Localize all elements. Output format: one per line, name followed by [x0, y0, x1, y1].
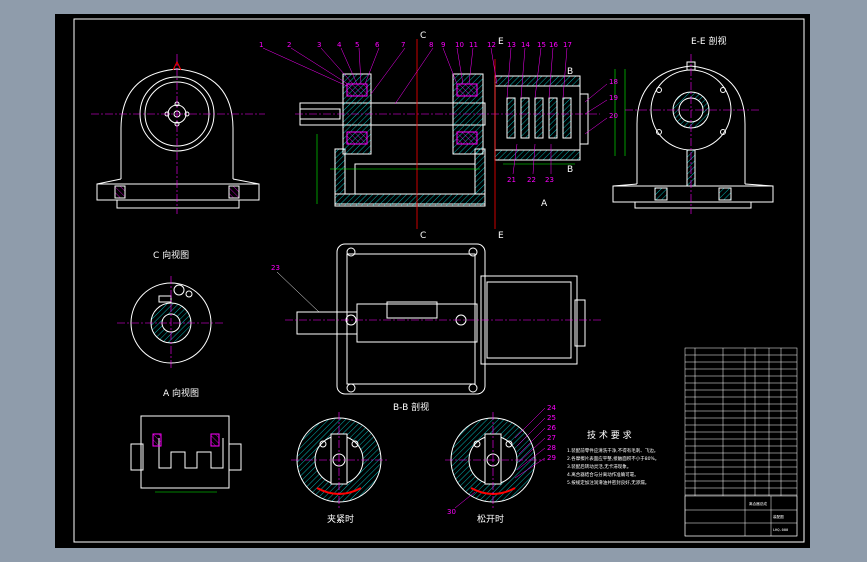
- title-label: 装配图: [773, 514, 784, 519]
- main-section-view: [299, 73, 589, 207]
- engaged-title: 夹紧时: [327, 513, 354, 525]
- marker-b-top: B: [567, 67, 573, 77]
- balloon-30: 30: [447, 508, 456, 516]
- title-code: LHQ-000: [773, 528, 788, 532]
- marker-c-top: C: [420, 31, 426, 41]
- view-c-title: C 向视图: [153, 249, 189, 261]
- cad-viewport[interactable]: E-E 剖视 C 向视图 A 向视图 B-B 剖视 夹紧时 松开时 C C E …: [0, 0, 867, 562]
- balloon-15: 15: [537, 41, 546, 49]
- front-view-housing: [96, 60, 260, 209]
- tech-note-line: 3.装配后转动灵活,无卡滞现象。: [567, 463, 631, 470]
- balloon-9: 9: [441, 41, 445, 49]
- drawing-canvas: E-E 剖视 C 向视图 A 向视图 B-B 剖视 夹紧时 松开时 C C E …: [73, 18, 805, 543]
- balloon-12: 12: [487, 41, 496, 49]
- balloons-release: 24 25 26 27 28 29: [547, 404, 556, 462]
- section-ee-title: E-E 剖视: [691, 35, 726, 47]
- marker-e-top: E: [498, 37, 504, 47]
- released-title: 松开时: [477, 513, 504, 525]
- balloons-bottom: 21 22 23: [507, 176, 554, 184]
- balloon-14: 14: [521, 41, 530, 49]
- balloon-17: 17: [563, 41, 572, 49]
- tech-note-line: 1.装配前零件应清洗干净,不得有毛刺、飞边。: [567, 447, 658, 454]
- tech-requirements-title: 技 术 要 求: [587, 429, 632, 441]
- section-bb-title: B-B 剖视: [393, 401, 429, 413]
- balloon-29: 29: [547, 454, 556, 462]
- balloon-16: 16: [549, 41, 558, 49]
- balloon-8: 8: [429, 41, 433, 49]
- balloon-7: 7: [401, 41, 405, 49]
- balloon-6: 6: [375, 41, 380, 49]
- section-ee-view: [612, 61, 774, 209]
- drawing-sheet: E-E 剖视 C 向视图 A 向视图 B-B 剖视 夹紧时 松开时 C C E …: [55, 14, 810, 548]
- balloon-27: 27: [547, 434, 556, 442]
- a-direction-view: [130, 415, 242, 489]
- tech-note-line: 5.按规定加注润滑油并密封良好,无渗漏。: [567, 479, 649, 486]
- marker-a-arrow: A: [541, 199, 548, 209]
- balloon-23-main: 23: [545, 176, 554, 184]
- balloon-19: 19: [609, 94, 618, 102]
- balloon-11: 11: [469, 41, 478, 49]
- balloon-24: 24: [547, 404, 556, 412]
- balloon-18: 18: [609, 78, 618, 86]
- balloon-5: 5: [355, 41, 359, 49]
- balloon-28: 28: [547, 444, 556, 452]
- tech-notes: 1.装配前零件应清洗干净,不得有毛刺、飞边。2.各摩擦片表面应平整,接触面积不小…: [567, 447, 659, 486]
- marker-b-bottom: B: [567, 165, 573, 175]
- balloon-13: 13: [507, 41, 516, 49]
- balloon-26: 26: [547, 424, 556, 432]
- tech-note-line: 4.离合器结合与分离动作准确可靠。: [567, 471, 639, 478]
- parts-list-table: [684, 347, 798, 537]
- balloon-22-main: 22: [527, 176, 536, 184]
- section-bb-view: [296, 243, 586, 395]
- balloon-4: 4: [337, 41, 342, 49]
- balloon-3: 3: [317, 41, 321, 49]
- balloon-10: 10: [455, 41, 464, 49]
- balloon-1: 1: [259, 41, 263, 49]
- balloon-25: 25: [547, 414, 556, 422]
- balloon-21-main: 21: [507, 176, 516, 184]
- balloon-20: 20: [609, 112, 618, 120]
- marker-c-bottom: C: [420, 231, 426, 241]
- balloon-23-bb: 23: [271, 264, 280, 272]
- title-drawing-name: 离合器总成: [749, 501, 767, 506]
- marker-e-bottom: E: [498, 231, 504, 241]
- tech-note-line: 2.各摩擦片表面应平整,接触面积不小于80%。: [567, 455, 659, 462]
- balloons-right: 18 19 20: [609, 78, 618, 120]
- balloon-2: 2: [287, 41, 291, 49]
- balloons-top: 1 2 3 4 5 6 7 8 9 10 11 12 13 14 15 16 17: [259, 41, 572, 49]
- view-a-title: A 向视图: [163, 387, 199, 399]
